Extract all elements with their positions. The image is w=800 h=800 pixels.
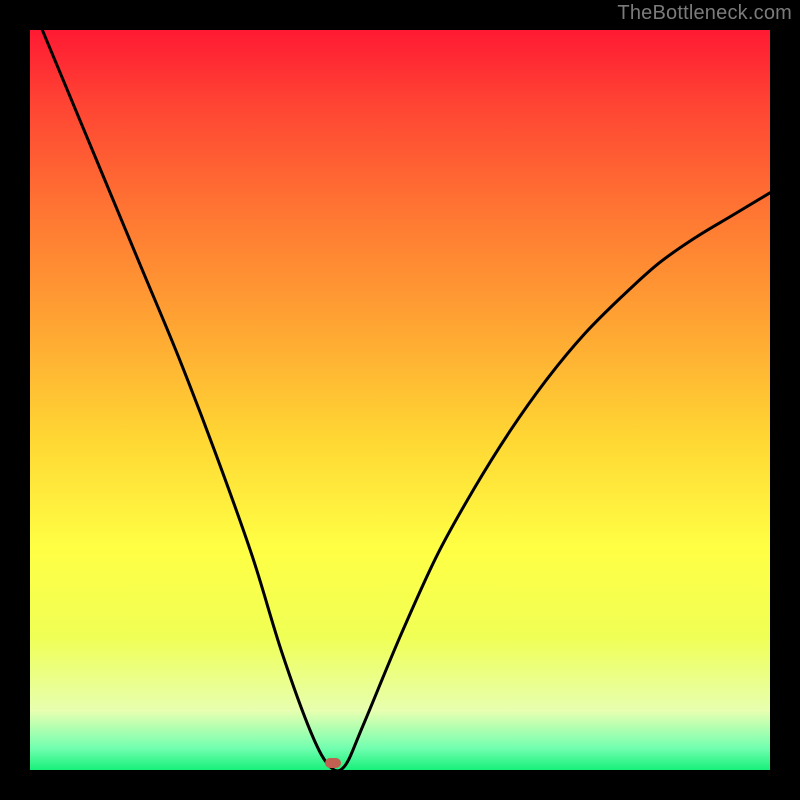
curve-layer xyxy=(30,30,770,770)
watermark-text: TheBottleneck.com xyxy=(617,2,792,25)
vertex-marker xyxy=(325,758,341,768)
bottleneck-curve xyxy=(30,0,770,771)
chart-frame: TheBottleneck.com xyxy=(0,0,800,800)
